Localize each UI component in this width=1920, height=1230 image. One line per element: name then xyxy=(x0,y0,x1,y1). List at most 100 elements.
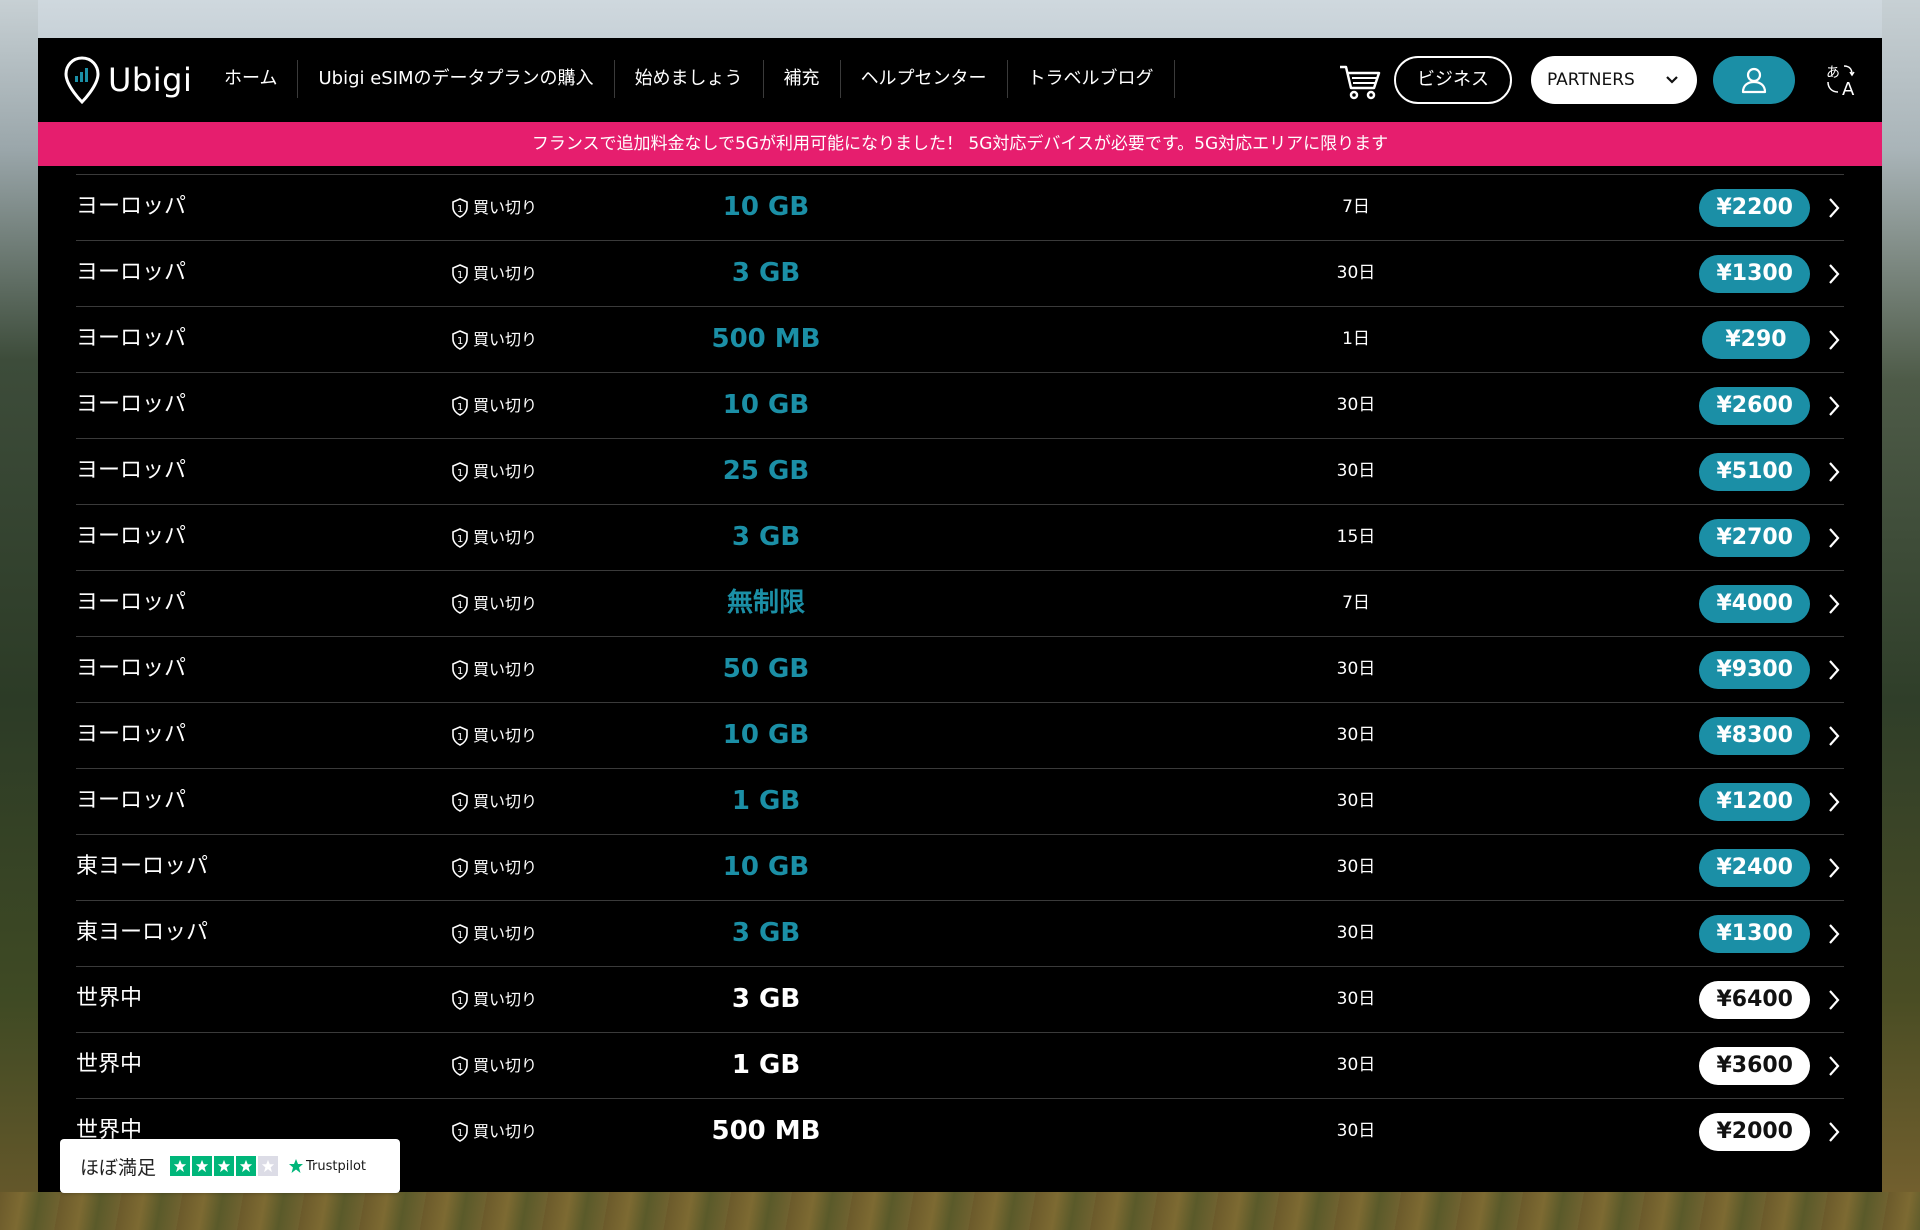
trustpilot-brand-text: Trustpilot xyxy=(306,1158,367,1174)
svg-text:1: 1 xyxy=(457,336,463,347)
user-icon xyxy=(1741,67,1767,94)
shield-icon: 1 xyxy=(451,528,469,548)
chevron-down-icon xyxy=(1665,56,1679,123)
plan-price-button[interactable]: ¥2700 xyxy=(1699,519,1810,557)
chevron-right-icon[interactable] xyxy=(1824,967,1844,1033)
svg-text:1: 1 xyxy=(457,204,463,215)
chevron-right-icon[interactable] xyxy=(1824,241,1844,307)
translate-icon[interactable]: あ A xyxy=(1824,62,1864,100)
chevron-right-icon[interactable] xyxy=(1824,703,1844,769)
shield-icon: 1 xyxy=(451,858,469,878)
cart-icon[interactable] xyxy=(1338,64,1382,100)
chevron-right-icon[interactable] xyxy=(1824,373,1844,439)
svg-text:1: 1 xyxy=(457,666,463,677)
plan-row[interactable]: ヨーロッパ 1 買い切り 25 GB 30日 ¥5100 xyxy=(76,438,1844,504)
chevron-right-icon[interactable] xyxy=(1824,769,1844,835)
plan-type-label: 買い切り xyxy=(473,594,538,613)
main-nav: ホーム Ubigi eSIMのデータプランの購入 始めましょう 補充 ヘルプセン… xyxy=(208,60,1175,98)
plan-data-amount: 1 GB xyxy=(731,1050,801,1080)
chevron-right-icon[interactable] xyxy=(1824,637,1844,703)
plan-row[interactable]: ヨーロッパ 1 買い切り 50 GB 30日 ¥9300 xyxy=(76,636,1844,702)
plan-region: 東ヨーロッパ xyxy=(76,854,209,879)
trustpilot-brand: Trustpilot xyxy=(288,1158,366,1174)
plan-type: 1 買い切り xyxy=(451,241,537,307)
plan-type: 1 買い切り xyxy=(451,637,537,703)
shield-icon: 1 xyxy=(451,1122,469,1142)
plan-price-button[interactable]: ¥2400 xyxy=(1699,849,1810,887)
plan-region: ヨーロッパ xyxy=(76,392,187,417)
plan-price-button[interactable]: ¥2200 xyxy=(1699,189,1810,227)
plan-price-button[interactable]: ¥3600 xyxy=(1699,1047,1810,1085)
plan-region: ヨーロッパ xyxy=(76,326,187,351)
shield-icon: 1 xyxy=(451,264,469,284)
plan-type: 1 買い切り xyxy=(451,967,537,1033)
plan-row[interactable]: ヨーロッパ 1 買い切り 10 GB 30日 ¥8300 xyxy=(76,702,1844,768)
chevron-right-icon[interactable] xyxy=(1824,505,1844,571)
background-bottom xyxy=(0,1192,1920,1230)
chevron-right-icon[interactable] xyxy=(1824,307,1844,373)
plan-data-amount: 3 GB xyxy=(731,258,801,288)
shield-icon: 1 xyxy=(451,396,469,416)
plan-price-button[interactable]: ¥6400 xyxy=(1699,981,1810,1019)
plan-price-button[interactable]: ¥9300 xyxy=(1699,651,1810,689)
plan-price-button[interactable]: ¥290 xyxy=(1702,321,1810,359)
nav-item-get-started[interactable]: 始めましょう xyxy=(615,60,764,98)
svg-text:1: 1 xyxy=(457,600,463,611)
shield-icon: 1 xyxy=(451,924,469,944)
nav-item-help-center[interactable]: ヘルプセンター xyxy=(841,60,1008,98)
plan-duration: 30日 xyxy=(1336,461,1376,481)
plan-row[interactable]: 世界中 1 買い切り 1 GB 30日 ¥3600 xyxy=(76,1032,1844,1098)
plan-region: ヨーロッパ xyxy=(76,656,187,681)
plan-row[interactable]: ヨーロッパ 1 買い切り 3 GB 30日 ¥1300 xyxy=(76,240,1844,306)
plan-region: ヨーロッパ xyxy=(76,458,187,483)
plan-duration: 15日 xyxy=(1336,527,1376,547)
plan-row[interactable]: ヨーロッパ 1 買い切り 10 GB 30日 ¥2600 xyxy=(76,372,1844,438)
nav-item-travel-blog[interactable]: トラベルブログ xyxy=(1008,60,1175,98)
plan-row[interactable]: 世界中 1 買い切り 3 GB 30日 ¥6400 xyxy=(76,966,1844,1032)
plan-region: 世界中 xyxy=(76,986,143,1011)
shield-icon: 1 xyxy=(451,990,469,1010)
ubigi-logo[interactable]: Ubigi xyxy=(64,56,192,104)
nav-item-topup[interactable]: 補充 xyxy=(764,60,841,98)
account-button[interactable] xyxy=(1713,56,1795,104)
chevron-right-icon[interactable] xyxy=(1824,1099,1844,1165)
trustpilot-widget[interactable]: ほぼ満足 Trustpilot xyxy=(60,1139,400,1193)
business-button[interactable]: ビジネス xyxy=(1394,56,1512,104)
plan-type: 1 買い切り xyxy=(451,835,537,901)
partners-label: PARTNERS xyxy=(1547,70,1635,90)
chevron-right-icon[interactable] xyxy=(1824,835,1844,901)
plan-price-button[interactable]: ¥1200 xyxy=(1699,783,1810,821)
plan-row[interactable]: ヨーロッパ 1 買い切り 1 GB 30日 ¥1200 xyxy=(76,768,1844,834)
plan-price-button[interactable]: ¥4000 xyxy=(1699,585,1810,623)
chevron-right-icon[interactable] xyxy=(1824,1033,1844,1099)
plan-duration: 30日 xyxy=(1336,725,1376,745)
chevron-right-icon[interactable] xyxy=(1824,439,1844,505)
plan-price-button[interactable]: ¥1300 xyxy=(1699,915,1810,953)
plan-row[interactable]: ヨーロッパ 1 買い切り 3 GB 15日 ¥2700 xyxy=(76,504,1844,570)
plan-price-button[interactable]: ¥1300 xyxy=(1699,255,1810,293)
chevron-right-icon[interactable] xyxy=(1824,901,1844,967)
plan-duration: 7日 xyxy=(1342,197,1370,217)
plan-price-button[interactable]: ¥8300 xyxy=(1699,717,1810,755)
nav-item-buy-plans[interactable]: Ubigi eSIMのデータプランの購入 xyxy=(298,60,615,98)
plan-row[interactable]: ヨーロッパ 1 買い切り 500 MB 1日 ¥290 xyxy=(76,306,1844,372)
plan-type-label: 買い切り xyxy=(473,528,538,547)
nav-item-home[interactable]: ホーム xyxy=(208,60,299,98)
svg-text:1: 1 xyxy=(457,402,463,413)
plan-row[interactable]: 東ヨーロッパ 1 買い切り 3 GB 30日 ¥1300 xyxy=(76,900,1844,966)
chevron-right-icon[interactable] xyxy=(1824,175,1844,241)
plan-price-button[interactable]: ¥5100 xyxy=(1699,453,1810,491)
shield-icon: 1 xyxy=(451,594,469,614)
plan-row[interactable]: ヨーロッパ 1 買い切り 無制限 7日 ¥4000 xyxy=(76,570,1844,636)
plan-row[interactable]: ヨーロッパ 1 買い切り 10 GB 7日 ¥2200 xyxy=(76,174,1844,240)
plan-row[interactable]: 東ヨーロッパ 1 買い切り 10 GB 30日 ¥2400 xyxy=(76,834,1844,900)
svg-text:1: 1 xyxy=(457,270,463,281)
plan-type: 1 買い切り xyxy=(451,307,537,373)
chevron-right-icon[interactable] xyxy=(1824,571,1844,637)
plan-duration: 30日 xyxy=(1336,923,1376,943)
plan-price-button[interactable]: ¥2600 xyxy=(1699,387,1810,425)
plan-type: 1 買い切り xyxy=(451,1099,537,1165)
svg-text:あ: あ xyxy=(1826,65,1840,81)
plan-price-button[interactable]: ¥2000 xyxy=(1699,1113,1810,1151)
partners-dropdown[interactable]: PARTNERS xyxy=(1531,56,1697,104)
